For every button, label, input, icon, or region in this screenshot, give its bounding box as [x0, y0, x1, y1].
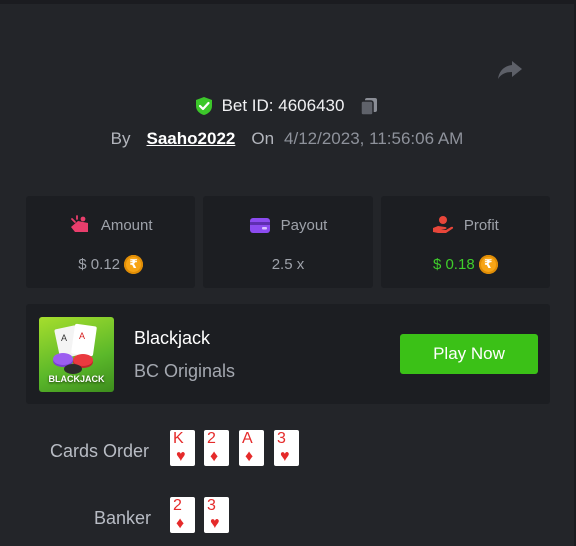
card-rank: A: [242, 430, 253, 447]
profit-value: $ 0.18: [432, 255, 475, 273]
heart-suit-icon: ♥: [280, 448, 290, 465]
rupee-coin-icon: ₹: [124, 254, 144, 274]
amount-card: Amount $ 0.12 ₹: [26, 196, 196, 288]
game-card: A A BLACKJACK Blackjack BC Originals Pla…: [26, 304, 550, 404]
blackjack-thumbnail[interactable]: A A BLACKJACK: [39, 317, 114, 392]
card-cards-order-3: A ♦: [239, 430, 264, 466]
game-provider: BC Originals: [134, 361, 236, 381]
wallet-icon: [249, 218, 270, 233]
heart-suit-icon: ♥: [210, 515, 220, 532]
card-cards-order-4: 3 ♥: [274, 430, 299, 466]
author-row: By Saaho2022 On 4/12/2023, 11:56:06 AM: [0, 127, 574, 151]
share-button[interactable]: [494, 56, 526, 84]
svg-text:A: A: [79, 331, 85, 341]
share-icon: [498, 61, 522, 79]
on-label: On: [251, 129, 275, 148]
bet-datetime: 4/12/2023, 11:56:06 AM: [284, 129, 464, 148]
thumbnail-caption: BLACKJACK: [48, 374, 105, 384]
card-rank: 2: [207, 430, 216, 447]
amount-icon: [70, 215, 88, 232]
card-rank: 2: [173, 497, 182, 514]
verified-shield-icon: [194, 96, 214, 116]
game-name[interactable]: Blackjack: [134, 328, 210, 349]
card-banker-2: 3 ♥: [204, 497, 229, 533]
copy-icon[interactable]: [358, 95, 380, 117]
profit-card: Profit $ 0.18 ₹: [380, 196, 550, 288]
card-rank: 3: [207, 497, 216, 514]
diamond-suit-icon: ♦: [245, 448, 254, 465]
card-rank: 3: [277, 430, 286, 447]
amount-value: $ 0.12: [78, 255, 121, 273]
play-now-button[interactable]: Play Now: [400, 334, 538, 374]
profit-hand-icon: [432, 216, 453, 233]
banker-label: Banker: [94, 508, 152, 528]
payout-label: Payout: [280, 216, 328, 234]
bet-detail-panel: Bet ID: 4606430 By Saaho2022 On 4/12/202…: [0, 0, 576, 546]
amount-label: Amount: [100, 216, 153, 234]
diamond-suit-icon: ♦: [176, 515, 185, 532]
username-link[interactable]: Saaho2022: [147, 129, 236, 149]
card-cards-order-2: 2 ♦: [204, 430, 229, 466]
by-label: By: [110, 129, 131, 148]
bet-id-row: Bet ID: 4606430: [0, 94, 574, 118]
top-bar: [0, 0, 576, 4]
svg-text:A: A: [61, 333, 67, 343]
bet-stats: Amount $ 0.12 ₹ Payout 2.5 x Profit $ 0.…: [26, 196, 550, 288]
diamond-suit-icon: ♦: [210, 448, 219, 465]
card-rank: K: [173, 430, 184, 447]
rupee-coin-icon: ₹: [478, 254, 498, 274]
payout-value: 2.5 x: [271, 255, 305, 273]
heart-suit-icon: ♥: [176, 448, 186, 465]
bet-id-text: Bet ID: 4606430: [221, 96, 345, 115]
payout-card: Payout 2.5 x: [203, 196, 373, 288]
cards-order-label: Cards Order: [50, 441, 150, 461]
card-banker-1: 2 ♦: [170, 497, 195, 533]
profit-label: Profit: [463, 216, 499, 234]
card-cards-order-1: K ♥: [170, 430, 195, 466]
